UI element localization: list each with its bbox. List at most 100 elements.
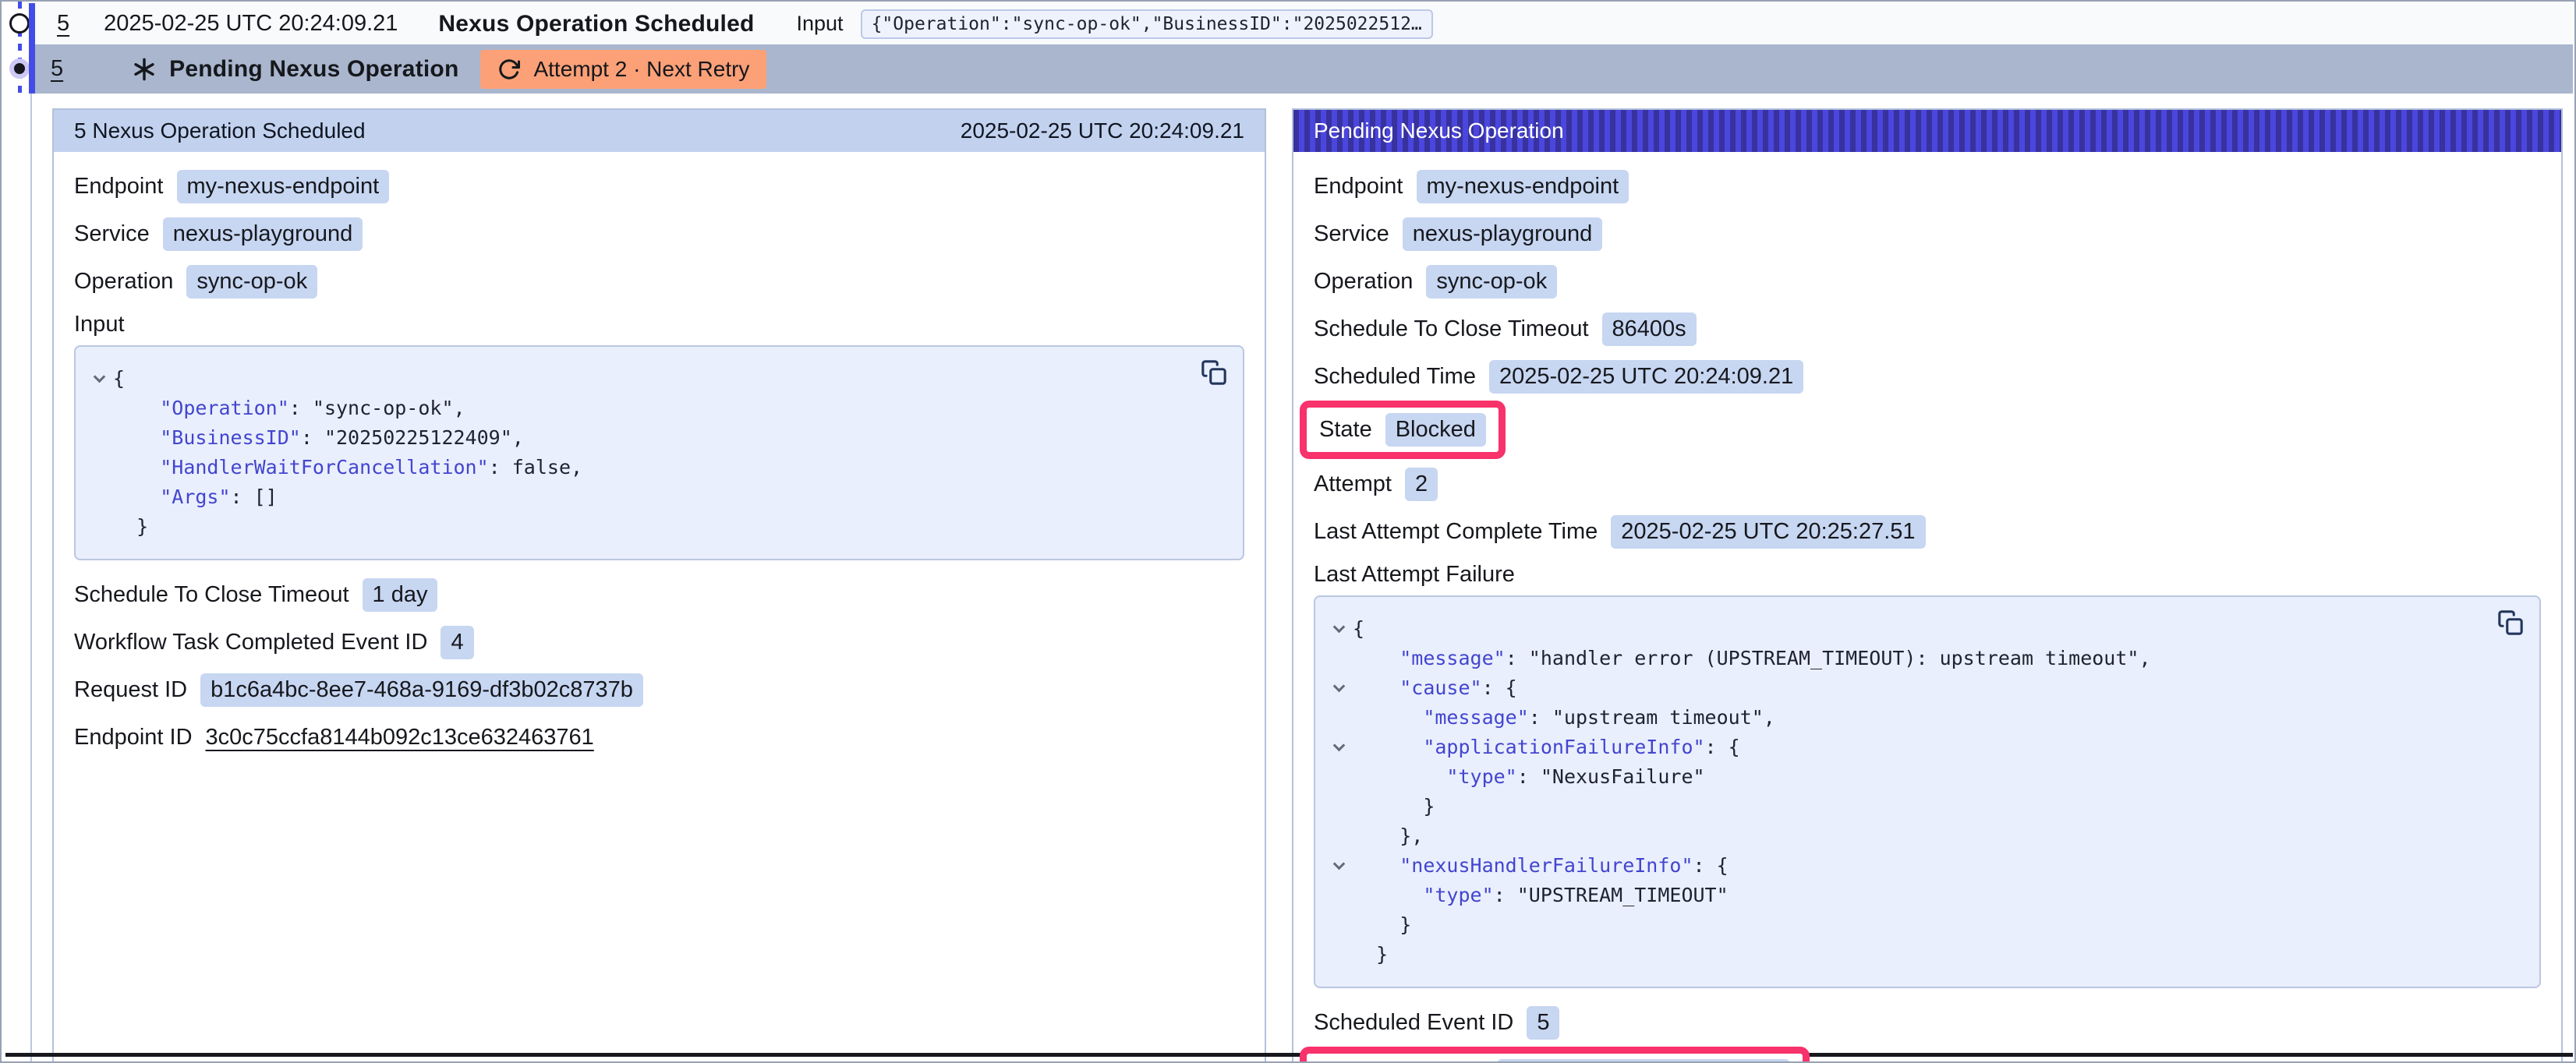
field-value-chip: b1c6a4bc-8ee7-468a-9169-df3b02c8737b xyxy=(200,673,643,707)
timeline-accent-bar xyxy=(29,3,35,94)
workflow-event-detail-view: 5 2025-02-25 UTC 20:24:09.21 Nexus Opera… xyxy=(0,0,2576,1063)
code-line: "Args": [] xyxy=(85,482,1188,512)
field-operation: Operation sync-op-ok xyxy=(74,264,1244,298)
field-attempt: Attempt 2 xyxy=(1314,467,2541,501)
failure-code-label: Last Attempt Failure xyxy=(1314,562,2541,588)
copy-button[interactable] xyxy=(2497,609,2524,636)
right-panel-header: Pending Nexus Operation xyxy=(1293,110,2561,152)
section-divider-line xyxy=(5,1053,2573,1057)
field-label: Service xyxy=(74,221,150,247)
field-endpoint: Endpoint my-nexus-endpoint xyxy=(74,169,1244,203)
field-value-chip: nexus-playground xyxy=(163,217,363,251)
pending-event-id-link[interactable]: 5 xyxy=(51,56,63,82)
pending-event-title: Pending Nexus Operation xyxy=(169,56,458,83)
field-value-chip: my-nexus-endpoint xyxy=(177,170,390,203)
code-line: }, xyxy=(1325,821,2485,851)
code-line: "BusinessID": "20250225122409", xyxy=(85,423,1188,453)
event-row-nexus-operation-scheduled[interactable]: 5 2025-02-25 UTC 20:24:09.21 Nexus Opera… xyxy=(35,3,2573,44)
copy-icon xyxy=(2497,609,2524,636)
field-value-chip: sync-op-ok xyxy=(1426,265,1557,298)
code-line: "HandlerWaitForCancellation": false, xyxy=(85,453,1188,482)
left-panel-title: 5 Nexus Operation Scheduled xyxy=(74,118,366,143)
field-value-chip: nexus-playground xyxy=(1403,217,1603,251)
input-json-viewer: { "Operation": "sync-op-ok", "BusinessID… xyxy=(74,345,1244,560)
chevron-down-icon[interactable] xyxy=(1332,680,1345,693)
field-value-chip: 2025-02-25 UTC 20:24:09.21 xyxy=(1489,360,1803,394)
code-line: } xyxy=(1325,792,2485,821)
attempt-retry-text: Attempt 2 · Next Retry xyxy=(533,57,749,82)
event-input-label: Input xyxy=(797,12,844,36)
asterisk-icon xyxy=(132,57,157,82)
field-value-chip: 86400s xyxy=(1602,313,1697,346)
copy-button[interactable] xyxy=(1201,359,1227,386)
code-line: } xyxy=(85,512,1188,542)
field-label: State xyxy=(1319,417,1372,443)
field-value-chip: sync-op-ok xyxy=(186,265,317,298)
field-label: Request ID xyxy=(74,677,187,703)
field-label: Workflow Task Completed Event ID xyxy=(74,630,427,655)
field-label: Operation xyxy=(74,269,173,295)
field-label: Endpoint xyxy=(74,174,164,200)
event-timestamp: 2025-02-25 UTC 20:24:09.21 xyxy=(104,11,398,37)
field-schedule-to-close-timeout: Schedule To Close Timeout 1 day xyxy=(74,577,1244,612)
highlight-blocked-reason: Blocked Reason The circuit breaker is op… xyxy=(1300,1047,1810,1063)
field-endpoint-id: Endpoint ID 3c0c75ccfa8144b092c13ce63246… xyxy=(74,720,1244,754)
field-label: Endpoint xyxy=(1314,174,1403,200)
event-row-pending-nexus-operation[interactable]: 5 Pending Nexus Operation Attempt 2 · Ne… xyxy=(35,44,2573,94)
blocked-reason-value-chip: The circuit breaker is open. xyxy=(1497,1059,1790,1063)
field-value-chip: 2 xyxy=(1405,468,1438,501)
code-line: "type": "UPSTREAM_TIMEOUT" xyxy=(1325,881,2485,910)
code-line: "nexusHandlerFailureInfo": { xyxy=(1325,851,2485,881)
event-input-summary: Input {"Operation":"sync-op-ok","Busines… xyxy=(797,9,1433,39)
right-panel-body: Endpoint my-nexus-endpoint Service nexus… xyxy=(1293,152,2561,1063)
left-panel-body: Endpoint my-nexus-endpoint Service nexus… xyxy=(54,152,1265,785)
code-line: "message": "handler error (UPSTREAM_TIME… xyxy=(1325,644,2485,673)
field-value-chip: 1 day xyxy=(363,578,438,612)
field-label: Service xyxy=(1314,221,1389,247)
chevron-down-icon[interactable] xyxy=(1332,740,1345,752)
failure-json-viewer: { "message": "handler error (UPSTREAM_TI… xyxy=(1314,595,2541,988)
endpoint-id-link[interactable]: 3c0c75ccfa8144b092c13ce632463761 xyxy=(206,725,594,750)
event-marker-open-icon xyxy=(9,13,30,34)
left-panel-timestamp: 2025-02-25 UTC 20:24:09.21 xyxy=(961,118,1244,143)
copy-icon xyxy=(1201,359,1227,386)
field-workflow-task-completed-event-id: Workflow Task Completed Event ID 4 xyxy=(74,625,1244,659)
field-value-chip: my-nexus-endpoint xyxy=(1417,170,1629,203)
field-label: Attempt xyxy=(1314,471,1392,497)
code-line: "cause": { xyxy=(1325,673,2485,703)
field-service: Service nexus-playground xyxy=(74,217,1244,251)
event-id-link[interactable]: 5 xyxy=(57,11,69,37)
expanded-container-border xyxy=(30,94,32,1063)
right-panel-title: Pending Nexus Operation xyxy=(1314,118,1564,143)
field-scheduled-event-id: Scheduled Event ID 5 xyxy=(1314,1005,2541,1040)
panel-pending-nexus-operation: Pending Nexus Operation Endpoint my-nexu… xyxy=(1292,108,2563,1063)
code-line: "message": "upstream timeout", xyxy=(1325,703,2485,733)
field-request-id: Request ID b1c6a4bc-8ee7-468a-9169-df3b0… xyxy=(74,673,1244,707)
code-line: "applicationFailureInfo": { xyxy=(1325,733,2485,762)
field-label: Schedule To Close Timeout xyxy=(74,582,349,608)
code-line: } xyxy=(1325,940,2485,969)
chevron-down-icon[interactable] xyxy=(1332,858,1345,871)
field-label: Schedule To Close Timeout xyxy=(1314,316,1589,342)
field-value-chip: 4 xyxy=(441,626,473,659)
field-label: Operation xyxy=(1314,269,1413,295)
field-operation: Operation sync-op-ok xyxy=(1314,264,2541,298)
attempt-retry-badge: Attempt 2 · Next Retry xyxy=(480,50,766,89)
retry-icon xyxy=(497,58,521,81)
code-line: "Operation": "sync-op-ok", xyxy=(85,394,1188,423)
field-label: Last Attempt Complete Time xyxy=(1314,519,1598,545)
code-line: "type": "NexusFailure" xyxy=(1325,762,2485,792)
field-service: Service nexus-playground xyxy=(1314,217,2541,251)
code-line: { xyxy=(85,364,1188,394)
code-line: } xyxy=(1325,910,2485,940)
chevron-down-icon[interactable] xyxy=(1332,621,1345,634)
panel-nexus-operation-scheduled: 5 Nexus Operation Scheduled 2025-02-25 U… xyxy=(52,108,1266,1063)
chevron-down-icon[interactable] xyxy=(93,371,105,383)
event-title: Nexus Operation Scheduled xyxy=(438,11,754,37)
field-last-attempt-complete-time: Last Attempt Complete Time 2025-02-25 UT… xyxy=(1314,514,2541,549)
field-label: Scheduled Time xyxy=(1314,364,1476,390)
field-endpoint: Endpoint my-nexus-endpoint xyxy=(1314,169,2541,203)
field-value-chip: 5 xyxy=(1527,1006,1559,1040)
field-value-chip: 2025-02-25 UTC 20:25:27.51 xyxy=(1611,515,1925,549)
field-schedule-to-close-timeout: Schedule To Close Timeout 86400s xyxy=(1314,312,2541,346)
